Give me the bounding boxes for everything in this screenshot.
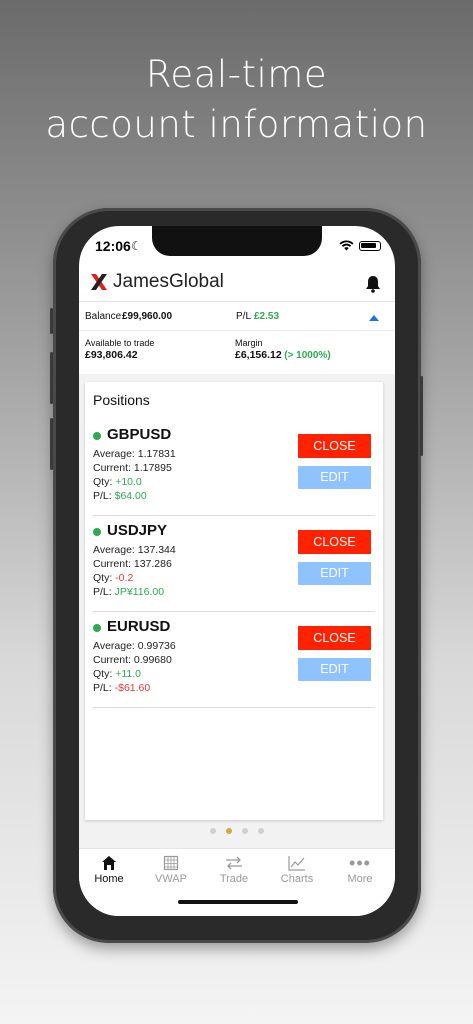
position-pl: P/L: $64.00: [93, 490, 147, 502]
balance-label: Balance: [85, 311, 122, 322]
positions-card: Positions GBPUSD Average: 1.17831 Curren…: [85, 382, 383, 820]
page-dot[interactable]: [242, 828, 248, 834]
phone-mute-switch: [50, 308, 53, 334]
phone-screen: 12:06 ☾ JamesGlobal Balance £99,960.00 P…: [79, 226, 395, 916]
status-dot-icon: [93, 624, 101, 632]
edit-position-button[interactable]: EDIT: [298, 466, 371, 489]
position-current: Current: 1.17895: [93, 462, 172, 474]
phone-volume-down: [50, 418, 53, 470]
battery-icon: [359, 240, 381, 251]
divider: [93, 707, 375, 708]
close-position-button[interactable]: CLOSE: [298, 530, 371, 554]
collapse-up-icon[interactable]: [369, 314, 379, 321]
tab-label: VWAP: [155, 873, 187, 885]
tab-vwap[interactable]: VWAP: [141, 853, 201, 885]
more-icon: •••: [349, 853, 371, 873]
position-qty: Qty: +10.0: [93, 476, 142, 488]
home-indicator: [178, 900, 298, 904]
wifi-icon: [339, 240, 354, 251]
tab-more[interactable]: ••• More: [330, 853, 390, 885]
margin-percent: (> 1000%): [284, 350, 331, 361]
tab-trade[interactable]: Trade: [204, 853, 264, 885]
close-position-button[interactable]: CLOSE: [298, 626, 371, 650]
phone-notch: [152, 226, 322, 256]
position-pl: P/L: -$61.60: [93, 682, 151, 694]
tab-label: Charts: [280, 873, 314, 885]
grid-icon: [163, 855, 179, 871]
position-item: GBPUSD Average: 1.17831 Current: 1.17895…: [85, 420, 383, 516]
tab-home[interactable]: Home: [79, 853, 139, 885]
phone-power-button: [420, 376, 423, 456]
close-position-button[interactable]: CLOSE: [298, 434, 371, 458]
margin-value: £6,156.12: [235, 349, 282, 361]
status-dot-icon: [93, 432, 101, 440]
account-summary: Available to trade £93,806.42 Margin £6,…: [79, 332, 395, 374]
headline-line-1: Real-time: [145, 53, 328, 96]
pl-value: £2.53: [254, 311, 280, 322]
tab-label: More: [347, 873, 373, 885]
margin-label: Margin: [235, 338, 263, 348]
tab-charts[interactable]: Charts: [267, 853, 327, 885]
app-header: JamesGlobal: [79, 266, 395, 302]
pl-label: P/L: [236, 311, 252, 322]
page-dot[interactable]: [210, 828, 216, 834]
app-name: JamesGlobal: [113, 271, 224, 292]
position-item: EURUSD Average: 0.99736 Current: 0.99680…: [85, 612, 383, 708]
position-pl: P/L: JP¥116.00: [93, 586, 165, 598]
position-average: Average: 0.99736: [93, 640, 176, 652]
available-value: £93,806.42: [85, 349, 138, 361]
headline-line-2: account information: [45, 103, 428, 146]
position-symbol: USDJPY: [107, 522, 168, 539]
position-symbol: GBPUSD: [107, 426, 172, 443]
position-qty: Qty: -0.2: [93, 572, 134, 584]
position-average: Average: 1.17831: [93, 448, 176, 460]
phone-volume-up: [50, 352, 53, 404]
status-time: 12:06: [95, 238, 131, 254]
headline: Real-time account information: [0, 50, 473, 150]
status-dot-icon: [93, 528, 101, 536]
edit-position-button[interactable]: EDIT: [298, 658, 371, 681]
balance-row[interactable]: Balance £99,960.00 P/L £2.53: [79, 303, 395, 331]
tab-label: Trade: [219, 873, 249, 885]
available-label: Available to trade: [85, 338, 155, 348]
brand-logo-icon: [91, 274, 107, 290]
bell-icon[interactable]: [365, 275, 381, 293]
position-qty: Qty: +11.0: [93, 668, 141, 680]
moon-icon: ☾: [131, 239, 142, 253]
position-average: Average: 137.344: [93, 544, 176, 556]
arrows-icon: [226, 856, 242, 870]
edit-position-button[interactable]: EDIT: [298, 562, 371, 585]
balance-value: £99,960.00: [122, 311, 173, 322]
position-current: Current: 0.99680: [93, 654, 172, 666]
tab-bar: Home VWAP Trade Charts ••• More: [79, 848, 395, 916]
margin-value-group: £6,156.12 (> 1000%): [235, 349, 331, 361]
position-symbol: EURUSD: [107, 618, 171, 635]
page-dot-active[interactable]: [226, 828, 232, 834]
page-indicator[interactable]: [79, 828, 395, 834]
positions-title: Positions: [93, 392, 150, 408]
page-dot[interactable]: [258, 828, 264, 834]
position-item: USDJPY Average: 137.344 Current: 137.286…: [85, 516, 383, 612]
position-current: Current: 137.286: [93, 558, 172, 570]
status-icons: [339, 240, 381, 251]
tab-label: Home: [94, 873, 124, 885]
home-icon: [102, 856, 116, 870]
chart-icon: [288, 856, 305, 871]
